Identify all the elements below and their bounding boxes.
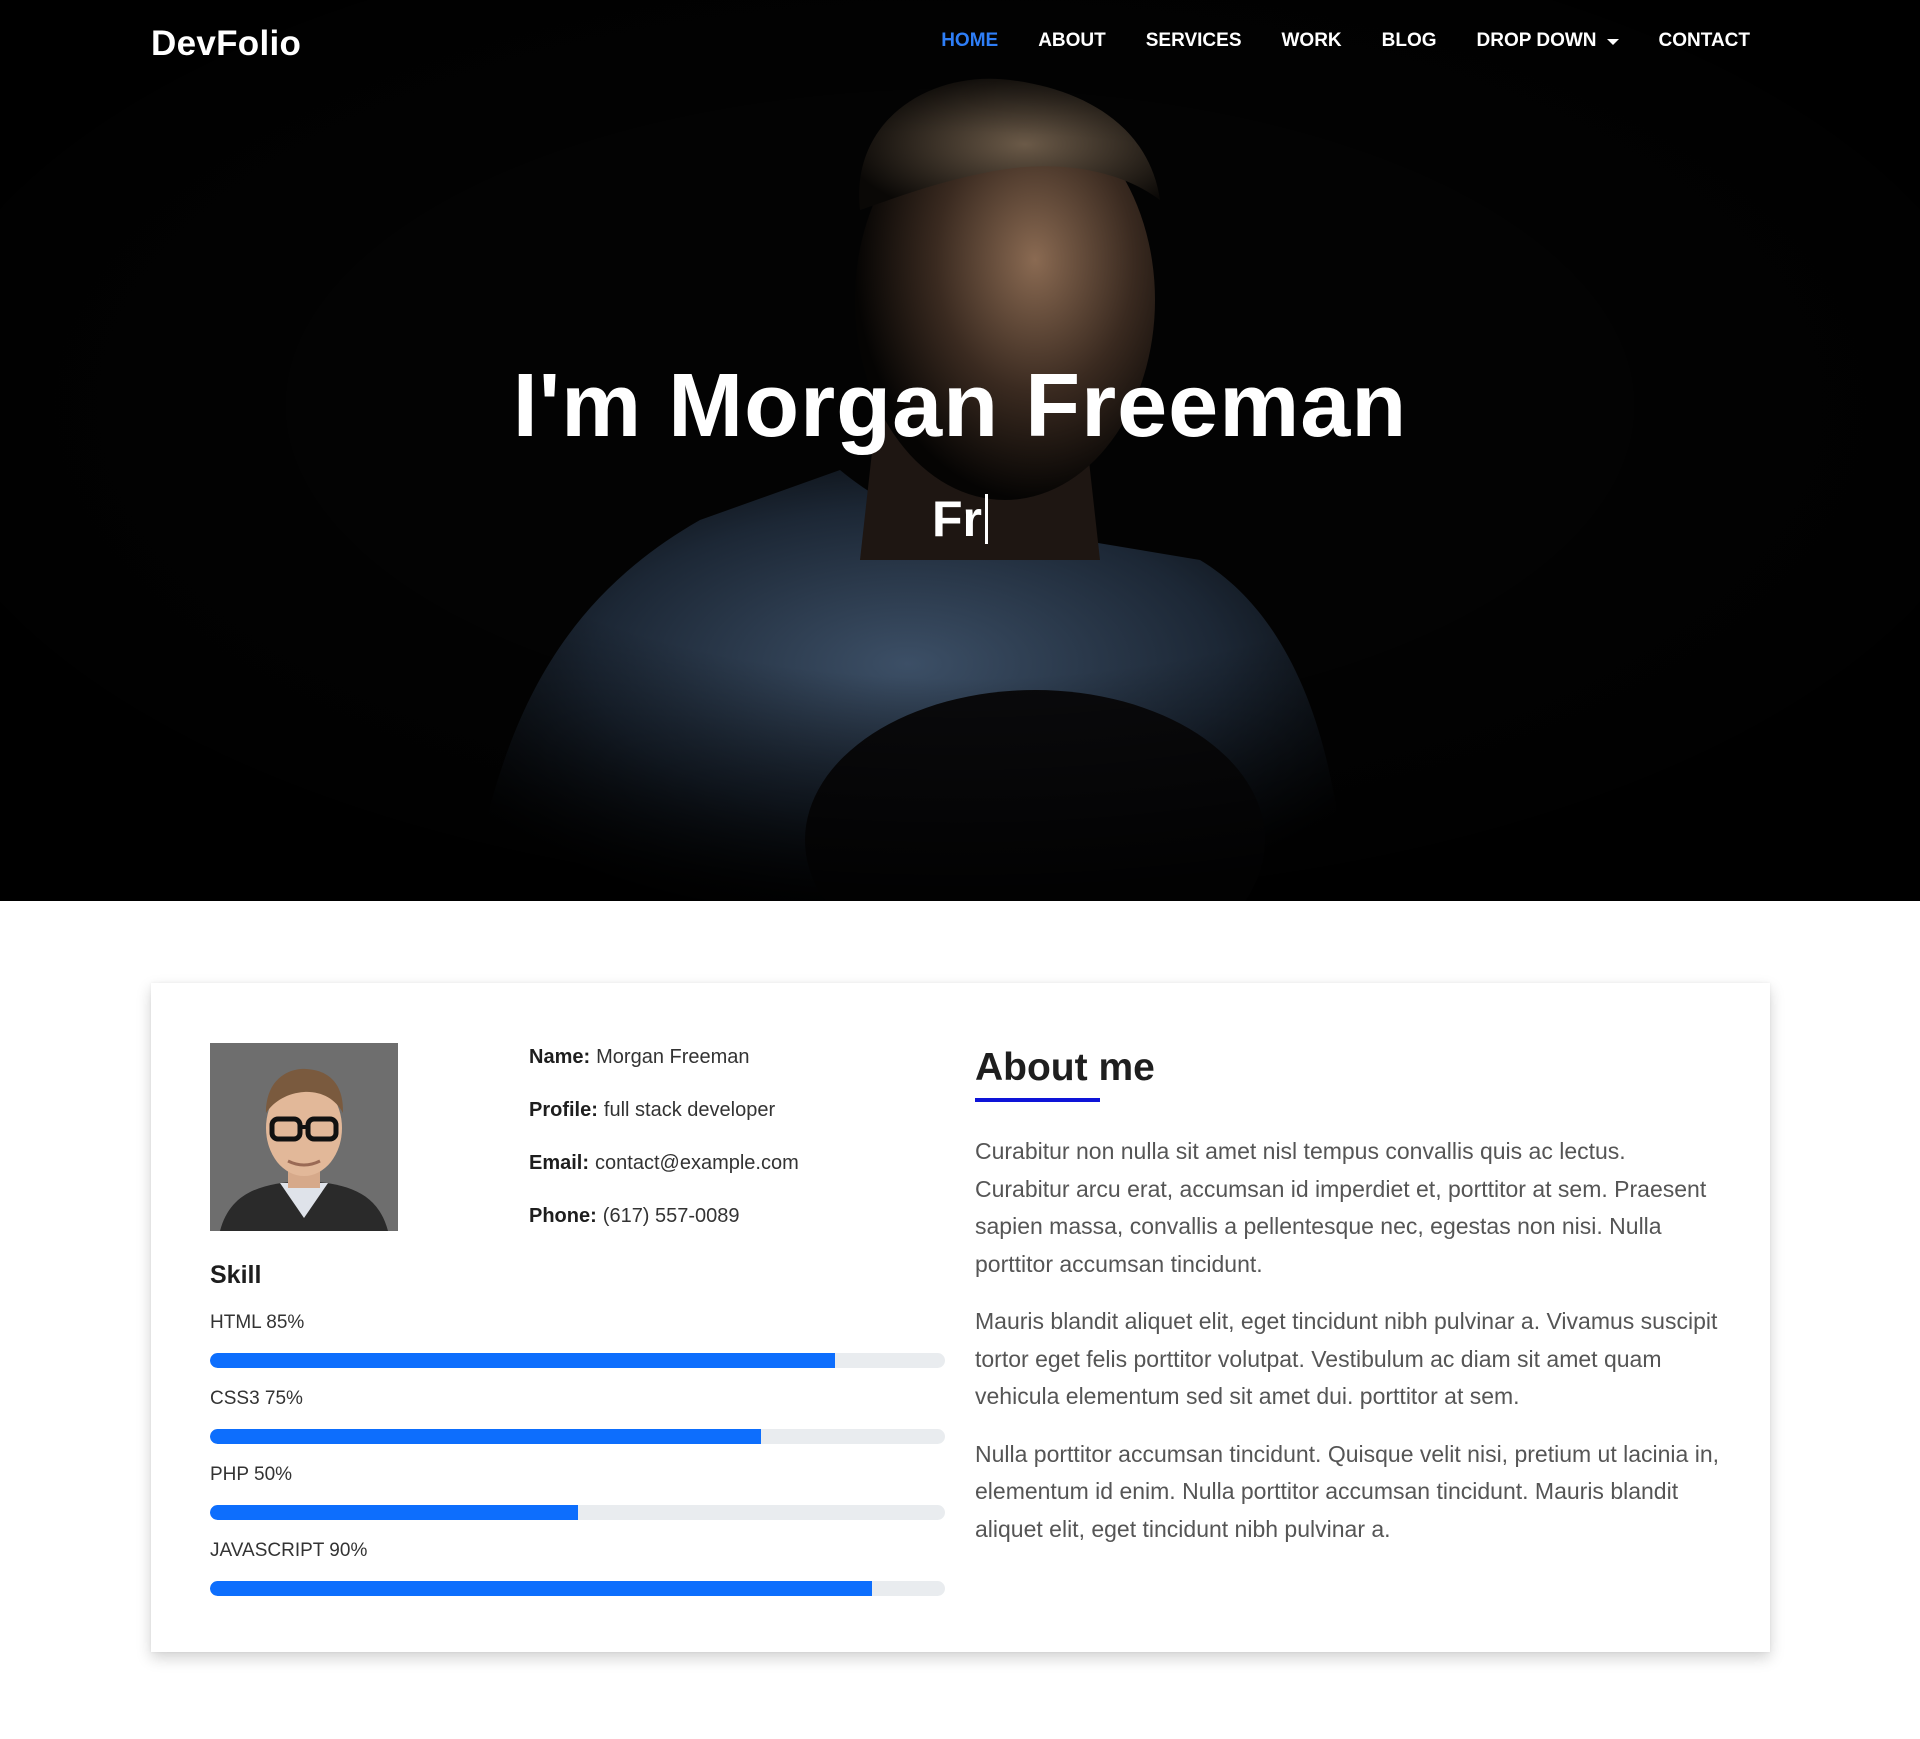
nav-item-label: SERVICES	[1145, 30, 1242, 51]
skill-progress-fill	[210, 1581, 872, 1596]
about-title: About me	[975, 1046, 1155, 1089]
info-phone: Phone: (617) 557-0089	[529, 1205, 799, 1258]
skill-label: JAVASCRIPT 90%	[210, 1540, 368, 1561]
info-email: Email: contact@example.com	[529, 1152, 799, 1205]
skill-progress-track	[210, 1581, 945, 1596]
info-label: Phone:	[529, 1205, 597, 1227]
info-value: (617) 557-0089	[602, 1205, 740, 1227]
skill-progress-fill	[210, 1429, 762, 1444]
info-label: Profile:	[529, 1099, 598, 1121]
title-underline	[975, 1098, 1100, 1102]
caret-down-icon	[1606, 39, 1619, 45]
info-value: Morgan Freeman	[596, 1046, 750, 1068]
info-label: Email:	[529, 1152, 590, 1174]
skill-heading: Skill	[210, 1261, 262, 1289]
about-description: Curabitur non nulla sit amet nisl tempus…	[975, 1133, 1725, 1568]
info-profile: Profile: full stack developer	[529, 1099, 799, 1152]
typing-cursor	[985, 494, 988, 544]
about-paragraph: Mauris blandit aliquet elit, eget tincid…	[975, 1308, 1718, 1409]
nav-item-label: ABOUT	[1038, 30, 1106, 51]
skill-progress-track	[210, 1429, 945, 1444]
typed-text: Fr	[932, 491, 982, 547]
skill-css3: CSS3 75%	[210, 1388, 945, 1444]
nav-item-label: DROP DOWN	[1476, 30, 1597, 51]
skill-label: HTML 85%	[210, 1312, 305, 1333]
nav-item-dropdown[interactable]: DROP DOWN	[1477, 30, 1619, 52]
profile-photo	[210, 1043, 398, 1231]
brand-logo[interactable]: DevFolio	[151, 24, 301, 64]
skill-label: CSS3 75%	[210, 1388, 303, 1409]
info-name: Name: Morgan Freeman	[529, 1046, 799, 1099]
nav-menu: HOME ABOUT SERVICES WORK BLOG DROP DOWN …	[941, 30, 1750, 52]
nav-item-work[interactable]: WORK	[1282, 30, 1342, 52]
skill-progress-track	[210, 1353, 945, 1368]
skill-progress-track	[210, 1505, 945, 1520]
skill-label: PHP 50%	[210, 1464, 293, 1485]
nav-item-blog[interactable]: BLOG	[1382, 30, 1437, 52]
nav-item-label: CONTACT	[1658, 30, 1750, 51]
nav-item-services[interactable]: SERVICES	[1146, 30, 1242, 52]
nav-item-about[interactable]: ABOUT	[1038, 30, 1106, 52]
about-paragraph: Curabitur non nulla sit amet nisl tempus…	[975, 1138, 1707, 1277]
about-paragraph: Nulla porttitor accumsan tincidunt. Quis…	[975, 1440, 1720, 1542]
skill-html: HTML 85%	[210, 1312, 945, 1368]
nav-item-label: WORK	[1281, 30, 1342, 51]
nav-item-contact[interactable]: CONTACT	[1659, 30, 1750, 52]
skill-progress-fill	[210, 1505, 578, 1520]
top-navbar: DevFolio HOME ABOUT SERVICES WORK BLOG D…	[0, 0, 1920, 88]
skill-progress-fill	[210, 1353, 835, 1368]
skill-php: PHP 50%	[210, 1464, 945, 1520]
profile-avatar	[210, 1043, 398, 1231]
info-label: Name:	[529, 1046, 591, 1068]
hero-typed-subtitle: Fr	[0, 490, 1920, 548]
hero-title: I'm Morgan Freeman	[512, 356, 1408, 456]
nav-item-label: BLOG	[1381, 30, 1437, 51]
info-value[interactable]: contact@example.com	[595, 1152, 799, 1174]
skill-javascript: JAVASCRIPT 90%	[210, 1540, 945, 1596]
nav-item-label: HOME	[941, 30, 999, 51]
profile-info: Name: Morgan Freeman Profile: full stack d…	[529, 1046, 799, 1258]
info-value: full stack developer	[603, 1099, 776, 1121]
nav-item-home[interactable]: HOME	[941, 30, 998, 52]
hero-section: DevFolio HOME ABOUT SERVICES WORK BLOG D…	[0, 0, 1920, 901]
about-card: Name: Morgan Freeman Profile: full stack d…	[151, 983, 1770, 1652]
